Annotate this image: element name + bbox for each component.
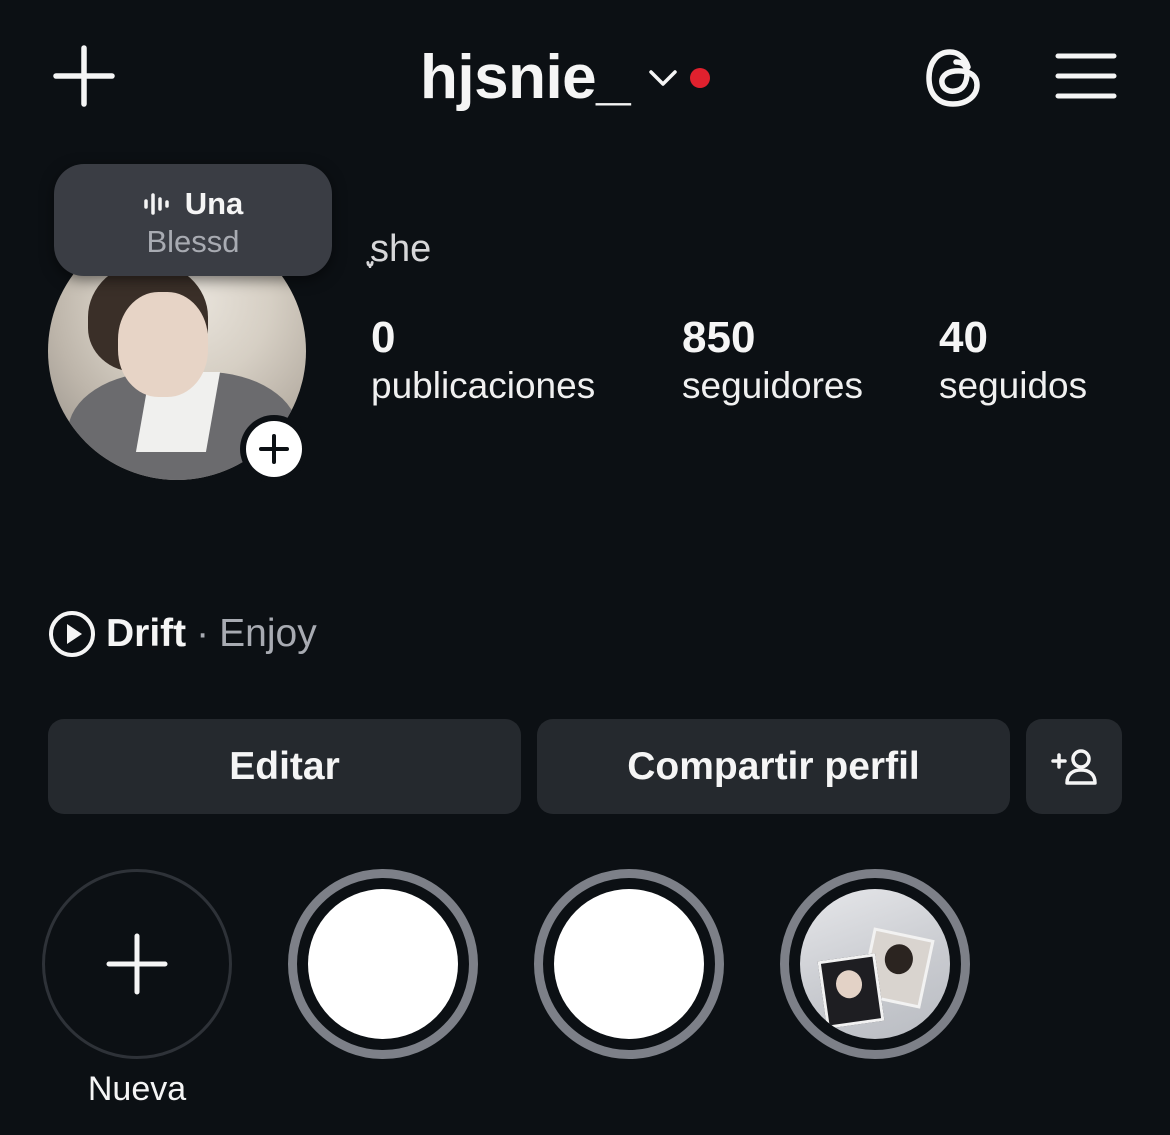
music-separator: · [196, 612, 210, 655]
plus-icon [106, 933, 168, 995]
add-user-icon [1051, 748, 1097, 785]
add-story-button[interactable] [240, 415, 308, 483]
posts-count: 0 [371, 313, 396, 362]
threads-button[interactable] [918, 38, 990, 118]
posts-stat[interactable]: 0 publicaciones [371, 313, 596, 410]
highlight-cover [308, 889, 458, 1039]
discover-people-button[interactable] [1026, 719, 1122, 814]
new-highlight-button[interactable] [42, 869, 232, 1059]
music-title: Drift [106, 612, 187, 655]
chevron-down-icon [648, 68, 678, 88]
audio-wave-icon [143, 193, 169, 215]
following-stat[interactable]: 40 seguidos [939, 313, 1088, 410]
notification-dot [690, 68, 711, 88]
note-title: Una [184, 186, 244, 221]
posts-label: publicaciones [371, 365, 596, 407]
play-circle-icon [49, 611, 95, 657]
following-label: seguidos [939, 365, 1088, 407]
following-count: 40 [939, 313, 988, 362]
highlight-item[interactable] [534, 869, 724, 1059]
music-artist: Enjoy [219, 612, 317, 655]
note-bubble[interactable]: Una Blessd [54, 164, 332, 276]
highlight-item[interactable] [288, 869, 478, 1059]
username: hjsnie_ [420, 43, 631, 112]
new-highlight-label: Nueva [87, 1070, 187, 1108]
create-button[interactable] [48, 40, 120, 112]
plus-icon [53, 45, 115, 107]
menu-button[interactable] [1050, 44, 1122, 108]
account-switcher[interactable]: hjsnie_ [420, 38, 711, 118]
edit-profile-button[interactable]: Editar [48, 719, 521, 814]
share-profile-button[interactable]: Compartir perfil [537, 719, 1010, 814]
plus-icon [259, 434, 289, 464]
threads-icon [926, 49, 980, 107]
highlight-cover [800, 889, 950, 1039]
note-subtitle: Blessd [146, 224, 240, 259]
highlight-cover [554, 889, 704, 1039]
menu-icon [1055, 53, 1117, 99]
profile-name: ֶָ֢she [370, 228, 432, 270]
profile-music[interactable]: Drift · Enjoy [48, 608, 317, 660]
followers-count: 850 [682, 313, 756, 362]
followers-label: seguidores [682, 365, 864, 407]
followers-stat[interactable]: 850 seguidores [682, 313, 864, 410]
highlight-item[interactable] [780, 869, 970, 1059]
